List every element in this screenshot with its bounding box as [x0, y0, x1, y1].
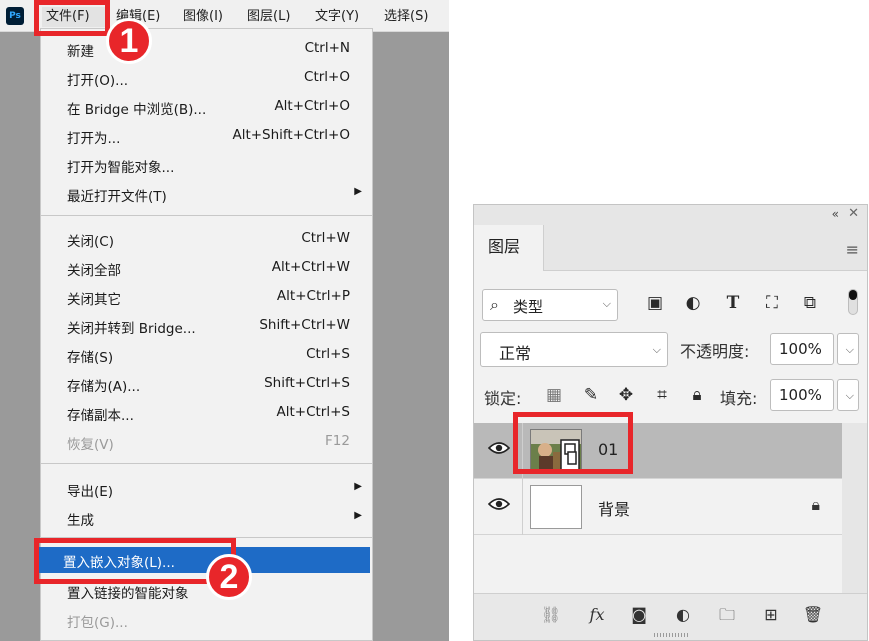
- chevron-down-icon: ⌵: [652, 343, 661, 356]
- menu-item-open-as[interactable]: 打开为... Alt+Shift+Ctrl+O: [41, 123, 372, 149]
- search-icon: ⌕: [490, 295, 499, 314]
- menu-separator: [41, 463, 372, 464]
- submenu-arrow-icon: ▶: [354, 186, 362, 197]
- menu-item-open-as-smart-object[interactable]: 打开为智能对象...: [41, 152, 372, 178]
- fill-label: 填充:: [720, 389, 758, 408]
- layer-row-background[interactable]: 背景 🔒︎: [474, 479, 842, 535]
- layer-name[interactable]: 背景: [598, 496, 630, 520]
- filter-type-icon[interactable]: T: [723, 293, 743, 313]
- link-layers-icon[interactable]: ⛓: [540, 604, 562, 626]
- blend-mode-select[interactable]: 正常 ⌵: [480, 332, 668, 367]
- new-group-folder-icon[interactable]: 🗀: [716, 604, 738, 626]
- filter-toggle[interactable]: [848, 289, 858, 315]
- menu-item-new[interactable]: 新建 Ctrl+N: [41, 36, 372, 62]
- menu-item-save-as[interactable]: 存储为(A)... Shift+Ctrl+S: [41, 371, 372, 397]
- layer-filter-select[interactable]: ⌕ 类型 ⌵: [482, 289, 618, 321]
- highlight-layer-thumbnail: [513, 412, 633, 474]
- filter-smart-object-icon[interactable]: ⧉: [800, 293, 820, 313]
- lock-image-pixels-icon[interactable]: ✎: [581, 385, 601, 405]
- scrollbar[interactable]: [842, 423, 867, 593]
- adjustment-layer-icon[interactable]: ◐: [672, 604, 694, 626]
- tab-layers[interactable]: 图层: [474, 225, 544, 271]
- fill-input[interactable]: 100%: [770, 379, 834, 411]
- menu-item-close[interactable]: 关闭(C) Ctrl+W: [41, 226, 372, 252]
- lock-icon: 🔒︎: [811, 495, 820, 514]
- menu-item-save-copy[interactable]: 存储副本... Alt+Ctrl+S: [41, 400, 372, 426]
- lock-artboard-icon[interactable]: ⌗: [652, 385, 672, 405]
- add-mask-icon[interactable]: ◙: [628, 604, 650, 626]
- step-badge-2: 2: [206, 554, 252, 600]
- fill-value: 100%: [779, 386, 822, 404]
- new-layer-icon[interactable]: ⊞: [760, 604, 782, 626]
- chevron-down-icon: ⌵: [602, 297, 611, 310]
- visibility-eye-icon[interactable]: [488, 497, 510, 511]
- opacity-value: 100%: [779, 340, 822, 358]
- trash-icon[interactable]: 🗑︎: [802, 604, 824, 626]
- menu-item-save[interactable]: 存储(S) Ctrl+S: [41, 342, 372, 368]
- fx-icon[interactable]: fx: [586, 604, 608, 626]
- menu-item-revert: 恢复(V) F12: [67, 433, 350, 453]
- lock-transparent-pixels-icon[interactable]: ▦: [544, 385, 564, 405]
- submenu-arrow-icon: ▶: [354, 481, 362, 492]
- panel-menu-icon[interactable]: ≡: [846, 240, 859, 259]
- filter-pixel-icon[interactable]: ▣: [645, 293, 665, 313]
- menu-separator: [41, 215, 372, 216]
- opacity-label: 不透明度:: [680, 342, 750, 361]
- menu-type[interactable]: 文字(Y): [315, 7, 359, 27]
- collapse-icon[interactable]: «: [832, 207, 839, 221]
- menu-select[interactable]: 选择(S): [384, 7, 428, 27]
- menu-item-package: 打包(G)...: [67, 615, 128, 631]
- chevron-down-icon: ⌵: [845, 389, 854, 402]
- resize-grip[interactable]: [654, 633, 688, 637]
- menu-layer[interactable]: 图层(L): [247, 7, 290, 27]
- lock-position-icon[interactable]: ✥: [616, 385, 636, 405]
- panel-title-bar: « ✕: [474, 205, 867, 225]
- opacity-dropdown-button[interactable]: ⌵: [837, 333, 859, 365]
- menu-image[interactable]: 图像(I): [183, 7, 223, 27]
- lock-label: 锁定:: [484, 389, 522, 408]
- menu-item-open[interactable]: 打开(O)... Ctrl+O: [41, 65, 372, 91]
- filter-kind-label: 类型: [513, 298, 544, 316]
- menu-item-close-all[interactable]: 关闭全部 Alt+Ctrl+W: [41, 255, 372, 281]
- opacity-input[interactable]: 100%: [770, 333, 834, 365]
- fill-dropdown-button[interactable]: ⌵: [837, 379, 859, 411]
- highlight-file-menu: [34, 0, 110, 36]
- menu-item-recent-files[interactable]: 最近打开文件(T) ▶: [41, 181, 372, 207]
- step-badge-1: 1: [106, 18, 152, 64]
- screenshot-stage: Ps 文件(F) 编辑(E) 图像(I) 图层(L) 文字(Y) 选择(S) 新…: [0, 0, 869, 641]
- filter-adjustment-icon[interactable]: ◐: [683, 293, 703, 313]
- layer-thumbnail-white: [530, 485, 582, 529]
- panel-footer: ⛓ fx ◙ ◐ 🗀 ⊞ 🗑︎: [474, 593, 867, 640]
- photoshop-logo-icon: Ps: [6, 7, 24, 25]
- menu-item-close-and-go-to-bridge[interactable]: 关闭并转到 Bridge... Shift+Ctrl+W: [41, 313, 372, 339]
- filter-shape-icon[interactable]: ⛶: [762, 293, 782, 313]
- close-icon[interactable]: ✕: [848, 206, 859, 221]
- lock-all-icon[interactable]: 🔒︎: [687, 385, 707, 405]
- photoshop-window: Ps 文件(F) 编辑(E) 图像(I) 图层(L) 文字(Y) 选择(S) 新…: [0, 0, 449, 641]
- blend-mode-value: 正常: [499, 344, 532, 363]
- menu-item-generate[interactable]: 生成 ▶: [41, 505, 372, 531]
- submenu-arrow-icon: ▶: [354, 510, 362, 521]
- menu-item-browse-in-bridge[interactable]: 在 Bridge 中浏览(B)... Alt+Ctrl+O: [41, 94, 372, 120]
- chevron-down-icon: ⌵: [845, 343, 854, 356]
- panel-tab-strip: [544, 225, 867, 271]
- row-divider: [522, 479, 523, 535]
- visibility-eye-icon[interactable]: [488, 441, 510, 455]
- menu-item-close-others[interactable]: 关闭其它 Alt+Ctrl+P: [41, 284, 372, 310]
- menu-item-export[interactable]: 导出(E) ▶: [41, 476, 372, 502]
